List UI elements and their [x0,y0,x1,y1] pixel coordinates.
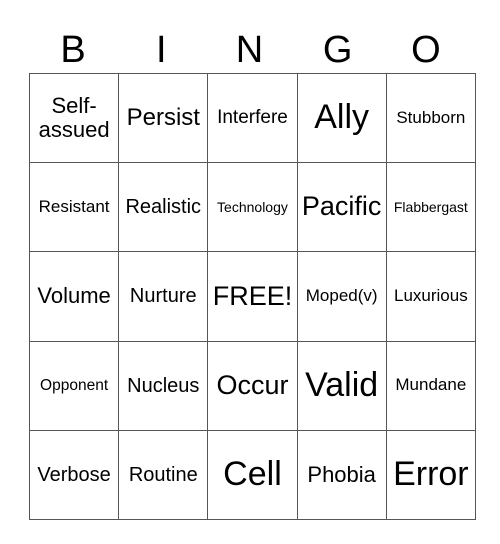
free-space-cell[interactable]: FREE! [207,251,298,342]
bingo-grid: Self-assued Persist Interfere Ally Stubb… [28,72,476,520]
grid-row: Verbose Routine Cell Phobia Error [28,429,476,520]
bingo-cell[interactable]: Nurture [118,251,209,342]
bingo-cell[interactable]: Nucleus [118,340,209,431]
header-letter-b: B [60,29,86,71]
bingo-cell[interactable]: Occur [207,340,298,431]
grid-row: Volume Nurture FREE! Moped(v) Luxurious [28,251,476,342]
bingo-cell[interactable]: Technology [207,162,298,253]
bingo-cell[interactable]: Verbose [28,429,120,520]
grid-row: Self-assued Persist Interfere Ally Stubb… [28,72,476,164]
bingo-cell[interactable]: Pacific [296,162,387,253]
bingo-cell[interactable]: Persist [118,72,209,164]
bingo-cell[interactable]: Cell [207,429,298,520]
bingo-cell[interactable]: Ally [296,72,387,164]
bingo-cell[interactable]: Opponent [28,340,120,431]
header-letter-i: I [156,29,167,71]
bingo-cell[interactable]: Phobia [296,429,387,520]
bingo-cell[interactable]: Stubborn [385,72,476,164]
bingo-cell[interactable]: Realistic [118,162,209,253]
bingo-cell[interactable]: Moped(v) [296,251,387,342]
header-letter-g: G [322,29,353,71]
grid-row: Resistant Realistic Technology Pacific F… [28,162,476,253]
grid-row: Opponent Nucleus Occur Valid Mundane [28,340,476,431]
header-letter-n: N [235,29,264,71]
bingo-cell[interactable]: Luxurious [385,251,476,342]
bingo-cell[interactable]: Self-assued [28,72,120,164]
bingo-cell[interactable]: Volume [28,251,120,342]
bingo-cell[interactable]: Mundane [385,340,476,431]
bingo-cell[interactable]: Error [385,429,476,520]
bingo-cell[interactable]: Routine [118,429,209,520]
bingo-cell[interactable]: Flabbergast [385,162,476,253]
header-letter-o: O [411,29,441,71]
bingo-cell[interactable]: Resistant [28,162,120,253]
bingo-cell[interactable]: Interfere [207,72,298,164]
bingo-header: B I N G O [29,28,470,73]
bingo-cell[interactable]: Valid [296,340,387,431]
